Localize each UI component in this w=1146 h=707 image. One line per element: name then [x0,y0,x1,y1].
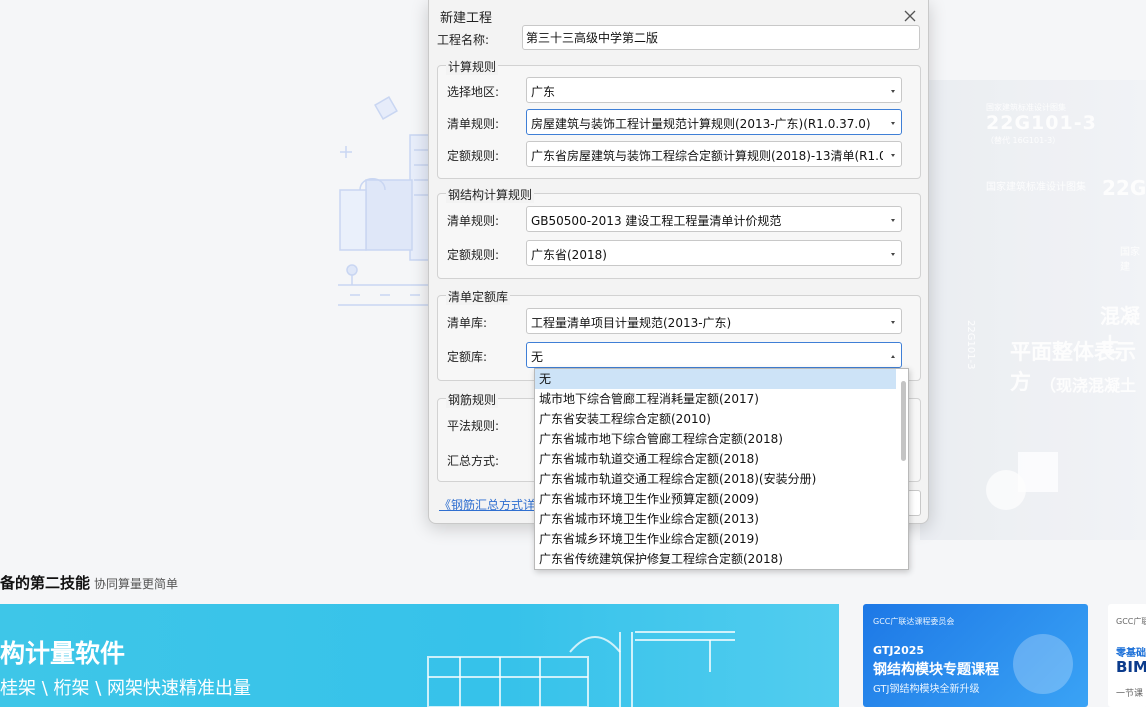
chevron-down-icon [891,90,895,93]
quota-rule-select[interactable]: 广东省房屋建筑与装饰工程综合定额计算规则(2018)-13清单(R1.0.37.… [526,141,902,167]
chevron-up-icon [891,355,895,358]
quota-rule-value: 广东省房屋建筑与装饰工程综合定额计算规则(2018)-13清单(R1.0.37.… [531,149,883,163]
quota-lib-label: 定额库: [447,350,488,364]
chevron-down-icon [891,154,895,157]
dropdown-option[interactable]: 广东省城市环境卫生作业综合定额(2013) [535,509,896,529]
banner-steel-software[interactable]: 构计量软件 桂架 \ 桁架 \ 网架快速精准出量 [0,604,839,707]
close-button[interactable] [899,5,921,27]
book-label-right: 国家建 [1120,247,1140,273]
dropdown-option[interactable]: 广东省城市地下综合管廊工程综合定额(2018) [535,429,896,449]
dropdown-option[interactable]: 广东省城市轨道交通工程综合定额(2018) [535,449,896,469]
quota-lib-dropdown: 无城市地下综合管廊工程消耗量定额(2017) 广东省安装工程综合定额(2010) 广… [534,368,909,570]
project-name-input[interactable] [522,25,920,50]
dropdown-option[interactable]: 广东省城乡环境卫生作业综合定额(2019) [535,529,896,549]
book-code: 22G101-3 [986,112,1097,134]
region-select[interactable]: 广东 [526,77,902,103]
book-qr-icon [1018,452,1058,492]
dropdown-option[interactable]: 广东省安装工程综合定额(2010) [535,409,896,429]
dropdown-option[interactable]: 广东省城市轨道交通工程综合定额(2018)(安装分册) [535,469,896,489]
section-subtitle: 协同算量更简单 [94,577,179,591]
dropdown-scrollbar[interactable] [901,381,906,461]
chevron-down-icon [891,219,895,222]
steel-quota-rule-label: 定额规则: [447,248,500,262]
close-icon [904,10,916,22]
summary-method-label: 汇总方式: [447,454,500,468]
banner-tagline: 桂架 \ 桁架 \ 网架快速精准出量 [0,678,252,699]
quota-lib-value: 无 [531,350,544,364]
bill-lib-value: 工程量清单项目计量规范(2013-广东) [531,316,732,330]
calc-rules-title: 计算规则 [446,58,499,75]
banner-bim-line3: 一节课 [1116,689,1144,699]
banner-course-steel[interactable]: GCC广联达课程委员会 GTJ2025 钢结构模块专题课程 GTJ钢结构模块全新… [863,604,1088,707]
banner-bim-line2: BIM [1116,658,1146,676]
dialog-action-button[interactable] [907,490,921,516]
steel-quota-rule-select[interactable]: 广东省(2018) [526,240,902,266]
banner-bim-line1: 零基础 [1116,648,1146,659]
chevron-down-icon [891,122,895,125]
dropdown-option[interactable]: 无 [535,369,896,389]
book-code-2: 22G [1102,176,1146,200]
bill-lib-select[interactable]: 工程量清单项目计量规范(2013-广东) [526,308,902,334]
standard-atlas-cover: 国家建筑标准设计图集 22G101-3 （替代 16G101-3） 国家建筑标准… [920,80,1146,540]
dropdown-list: 无城市地下综合管廊工程消耗量定额(2017) 广东省安装工程综合定额(2010) 广… [535,369,908,569]
rebar-rules-title: 钢筋规则 [446,391,499,408]
crane-illustration [427,631,735,707]
banner-bim-org: GCC广联 [1116,617,1146,626]
banner-course-sub: GTJ钢结构模块全新升级 [873,684,980,695]
bill-rule-select[interactable]: 房屋建筑与装饰工程计量规范计算规则(2013-广东)(R1.0.37.0) [526,109,902,135]
steel-quota-rule-value: 广东省(2018) [531,248,607,262]
bill-rule-value: 房屋建筑与装饰工程计量规范计算规则(2013-广东)(R1.0.37.0) [531,117,871,131]
steel-bill-rule-select[interactable]: GB50500-2013 建设工程工程量清单计价规范 [526,206,902,232]
steel-bill-rule-label: 清单规则: [447,214,500,228]
banner-course-tag: GTJ2025 [873,644,925,657]
chevron-down-icon [891,321,895,324]
banner-course-title: 钢结构模块专题课程 [873,662,999,678]
dropdown-option[interactable]: 城市地下综合管廊工程消耗量定额(2017) [535,389,896,409]
rebar-summary-help-link[interactable]: 《钢筋汇总方式详 [439,496,535,513]
quota-lib-select[interactable]: 无 [526,342,902,368]
book-label-line: 国家建筑标准设计图集 [986,182,1086,193]
project-name-label: 工程名称: [437,33,490,47]
banner-course-org: GCC广联达课程委员会 [873,617,955,626]
flat-rule-label: 平法规则: [447,419,500,433]
region-value: 广东 [531,85,556,99]
section-title: 备的第二技能 协同算量更简单 [0,574,179,592]
bill-rule-label: 清单规则: [447,117,500,131]
dialog-title: 新建工程 [440,11,493,26]
dropdown-option[interactable]: 广东省传统建筑保护修复工程综合定额(2018) [535,549,896,569]
book-title-c: （现浇混凝土 [1040,376,1137,395]
region-label: 选择地区: [447,85,500,99]
shield-icon [1013,634,1073,694]
banner-bim-course[interactable]: GCC广联 零基础 BIM 一节课 [1108,604,1146,707]
book-vertical-text: 22G101-3 [965,320,976,370]
book-code-sub: （替代 16G101-3） [986,136,1061,145]
chevron-down-icon [891,253,895,256]
quota-rule-label: 定额规则: [447,149,500,163]
steel-bill-rule-value: GB50500-2013 建设工程工程量清单计价规范 [531,214,782,228]
dropdown-option[interactable]: 广东省城市环境卫生作业预算定额(2009) [535,489,896,509]
steel-rules-title: 钢结构计算规则 [446,186,535,203]
banner-headline: 构计量软件 [0,639,126,668]
library-title: 清单定额库 [446,288,511,305]
bill-lib-label: 清单库: [447,316,488,330]
